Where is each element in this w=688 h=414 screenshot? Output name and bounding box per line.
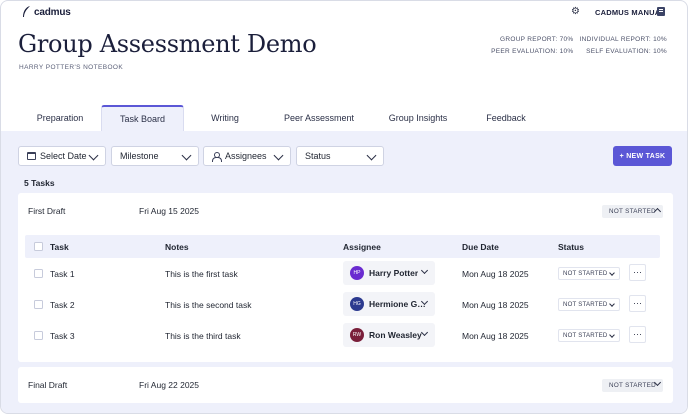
milestone-filter[interactable]: Milestone [111,146,199,166]
milestone-header: Final Draft Fri Aug 22 2025 NOT STARTED [18,367,673,403]
top-bar: cadmus ⚙ CADMUS MANUAL [1,1,687,27]
collapse-toggle[interactable] [653,206,662,216]
column-task: Task [50,242,69,252]
date-filter[interactable]: Select Date [18,146,106,166]
column-assignee: Assignee [343,242,381,252]
weight-peer-evaluation: PEER EVALUATION: 10% [491,48,574,55]
milestone-header: First Draft Fri Aug 15 2025 NOT STARTED [18,193,673,229]
milestone-group-first-draft: First Draft Fri Aug 15 2025 NOT STARTED … [18,193,673,362]
feather-icon [23,6,30,17]
chevron-down-icon [181,150,192,161]
due-date: Mon Aug 18 2025 [462,269,529,279]
expand-toggle[interactable] [653,378,662,389]
tab-peer-assessment[interactable]: Peer Assessment [269,105,369,131]
assignee-select[interactable]: HG Hermione Granger [343,292,435,316]
more-options-button[interactable]: ··· [629,326,646,343]
calendar-icon [27,152,36,160]
chevron-up-icon [653,207,662,216]
task-notes: This is the first task [165,269,238,279]
book-icon[interactable] [657,7,665,16]
date-filter-label: Select Date [40,151,87,161]
task-name: Task 1 [50,269,75,279]
assessment-weights: GROUP REPORT: 70% INDIVIDUAL REPORT: 10%… [491,36,667,55]
avatar: RW [350,328,364,342]
column-notes: Notes [165,242,189,252]
milestone-name: Final Draft [28,380,68,390]
more-options-button[interactable]: ··· [629,295,646,312]
assignee-name: Harry Potter [369,268,419,278]
task-status-select[interactable]: NOT STARTED [558,329,620,342]
select-all-checkbox[interactable] [34,242,43,251]
tab-task-board[interactable]: Task Board [101,105,184,131]
cadmus-logo[interactable]: cadmus [22,6,71,18]
task-status-select[interactable]: NOT STARTED [558,298,620,311]
table-row[interactable]: Task 3 This is the third task RW Ron Wea… [25,321,660,352]
due-date: Mon Aug 18 2025 [462,300,529,310]
task-notes: This is the third task [165,331,241,341]
table-row[interactable]: Task 2 This is the second task HG Hermio… [25,290,660,321]
chevron-down-icon [273,150,284,161]
tab-bar: Preparation Task Board Writing Peer Asse… [1,105,687,131]
milestone-date: Fri Aug 15 2025 [139,206,200,216]
tab-group-insights[interactable]: Group Insights [377,105,459,131]
weight-self-evaluation: SELF EVALUATION: 10% [586,48,667,55]
task-board: Select Date Milestone Assignees Status +… [1,131,687,413]
weight-group-report: GROUP REPORT: 70% [499,36,574,43]
task-status-select[interactable]: NOT STARTED [558,267,620,280]
task-notes: This is the second task [165,300,252,310]
gear-icon[interactable]: ⚙ [571,7,581,17]
table-row[interactable]: Task 1 This is the first task HP Harry P… [25,259,660,290]
assignee-select[interactable]: HP Harry Potter [343,261,435,285]
assignees-filter-label: Assignees [225,151,267,161]
avatar: HG [350,297,364,311]
chevron-down-icon [420,328,429,337]
assignee-name: Ron Weasley [369,330,422,340]
milestone-name: First Draft [28,206,66,216]
logo-text: cadmus [34,6,71,18]
chevron-down-icon [366,150,377,161]
person-icon [212,151,222,162]
task-count: 5 Tasks [24,178,55,188]
due-date: Mon Aug 18 2025 [462,331,529,341]
tab-preparation[interactable]: Preparation [22,105,98,131]
cadmus-manual-link[interactable]: CADMUS MANUAL [595,8,665,17]
milestone-filter-label: Milestone [120,151,159,161]
weight-individual-report: INDIVIDUAL REPORT: 10% [579,36,667,43]
task-status-label: NOT STARTED [563,301,608,308]
column-due-date: Due Date [462,242,499,252]
tab-writing[interactable]: Writing [189,105,261,131]
task-status-label: NOT STARTED [563,332,608,339]
chevron-down-icon [653,378,662,387]
page-title: Group Assessment Demo [18,30,317,58]
task-name: Task 2 [50,300,75,310]
app-window: cadmus ⚙ CADMUS MANUAL Group Assessment … [0,0,688,414]
tab-feedback[interactable]: Feedback [469,105,543,131]
chevron-down-icon [609,301,615,307]
chevron-down-icon [609,332,615,338]
avatar: HP [350,266,364,280]
status-filter[interactable]: Status [296,146,384,166]
status-filter-label: Status [305,151,331,161]
task-table-header: Task Notes Assignee Due Date Status [25,235,660,258]
more-options-button[interactable]: ··· [629,264,646,281]
notebook-owner: HARRY POTTER'S NOTEBOOK [19,64,124,71]
task-name: Task 3 [50,331,75,341]
milestone-date: Fri Aug 22 2025 [139,380,200,390]
assignee-name: Hermione Granger [369,299,427,309]
chevron-down-icon [609,270,615,276]
task-status-label: NOT STARTED [563,270,608,277]
row-checkbox[interactable] [34,300,43,309]
row-checkbox[interactable] [34,269,43,278]
chevron-down-icon [420,266,429,275]
assignee-select[interactable]: RW Ron Weasley [343,323,435,347]
new-task-button[interactable]: + NEW TASK [613,146,672,166]
milestone-group-final-draft: Final Draft Fri Aug 22 2025 NOT STARTED [18,367,673,403]
column-status: Status [558,242,584,252]
chevron-down-icon [88,150,99,161]
row-checkbox[interactable] [34,331,43,340]
assignees-filter[interactable]: Assignees [203,146,291,166]
